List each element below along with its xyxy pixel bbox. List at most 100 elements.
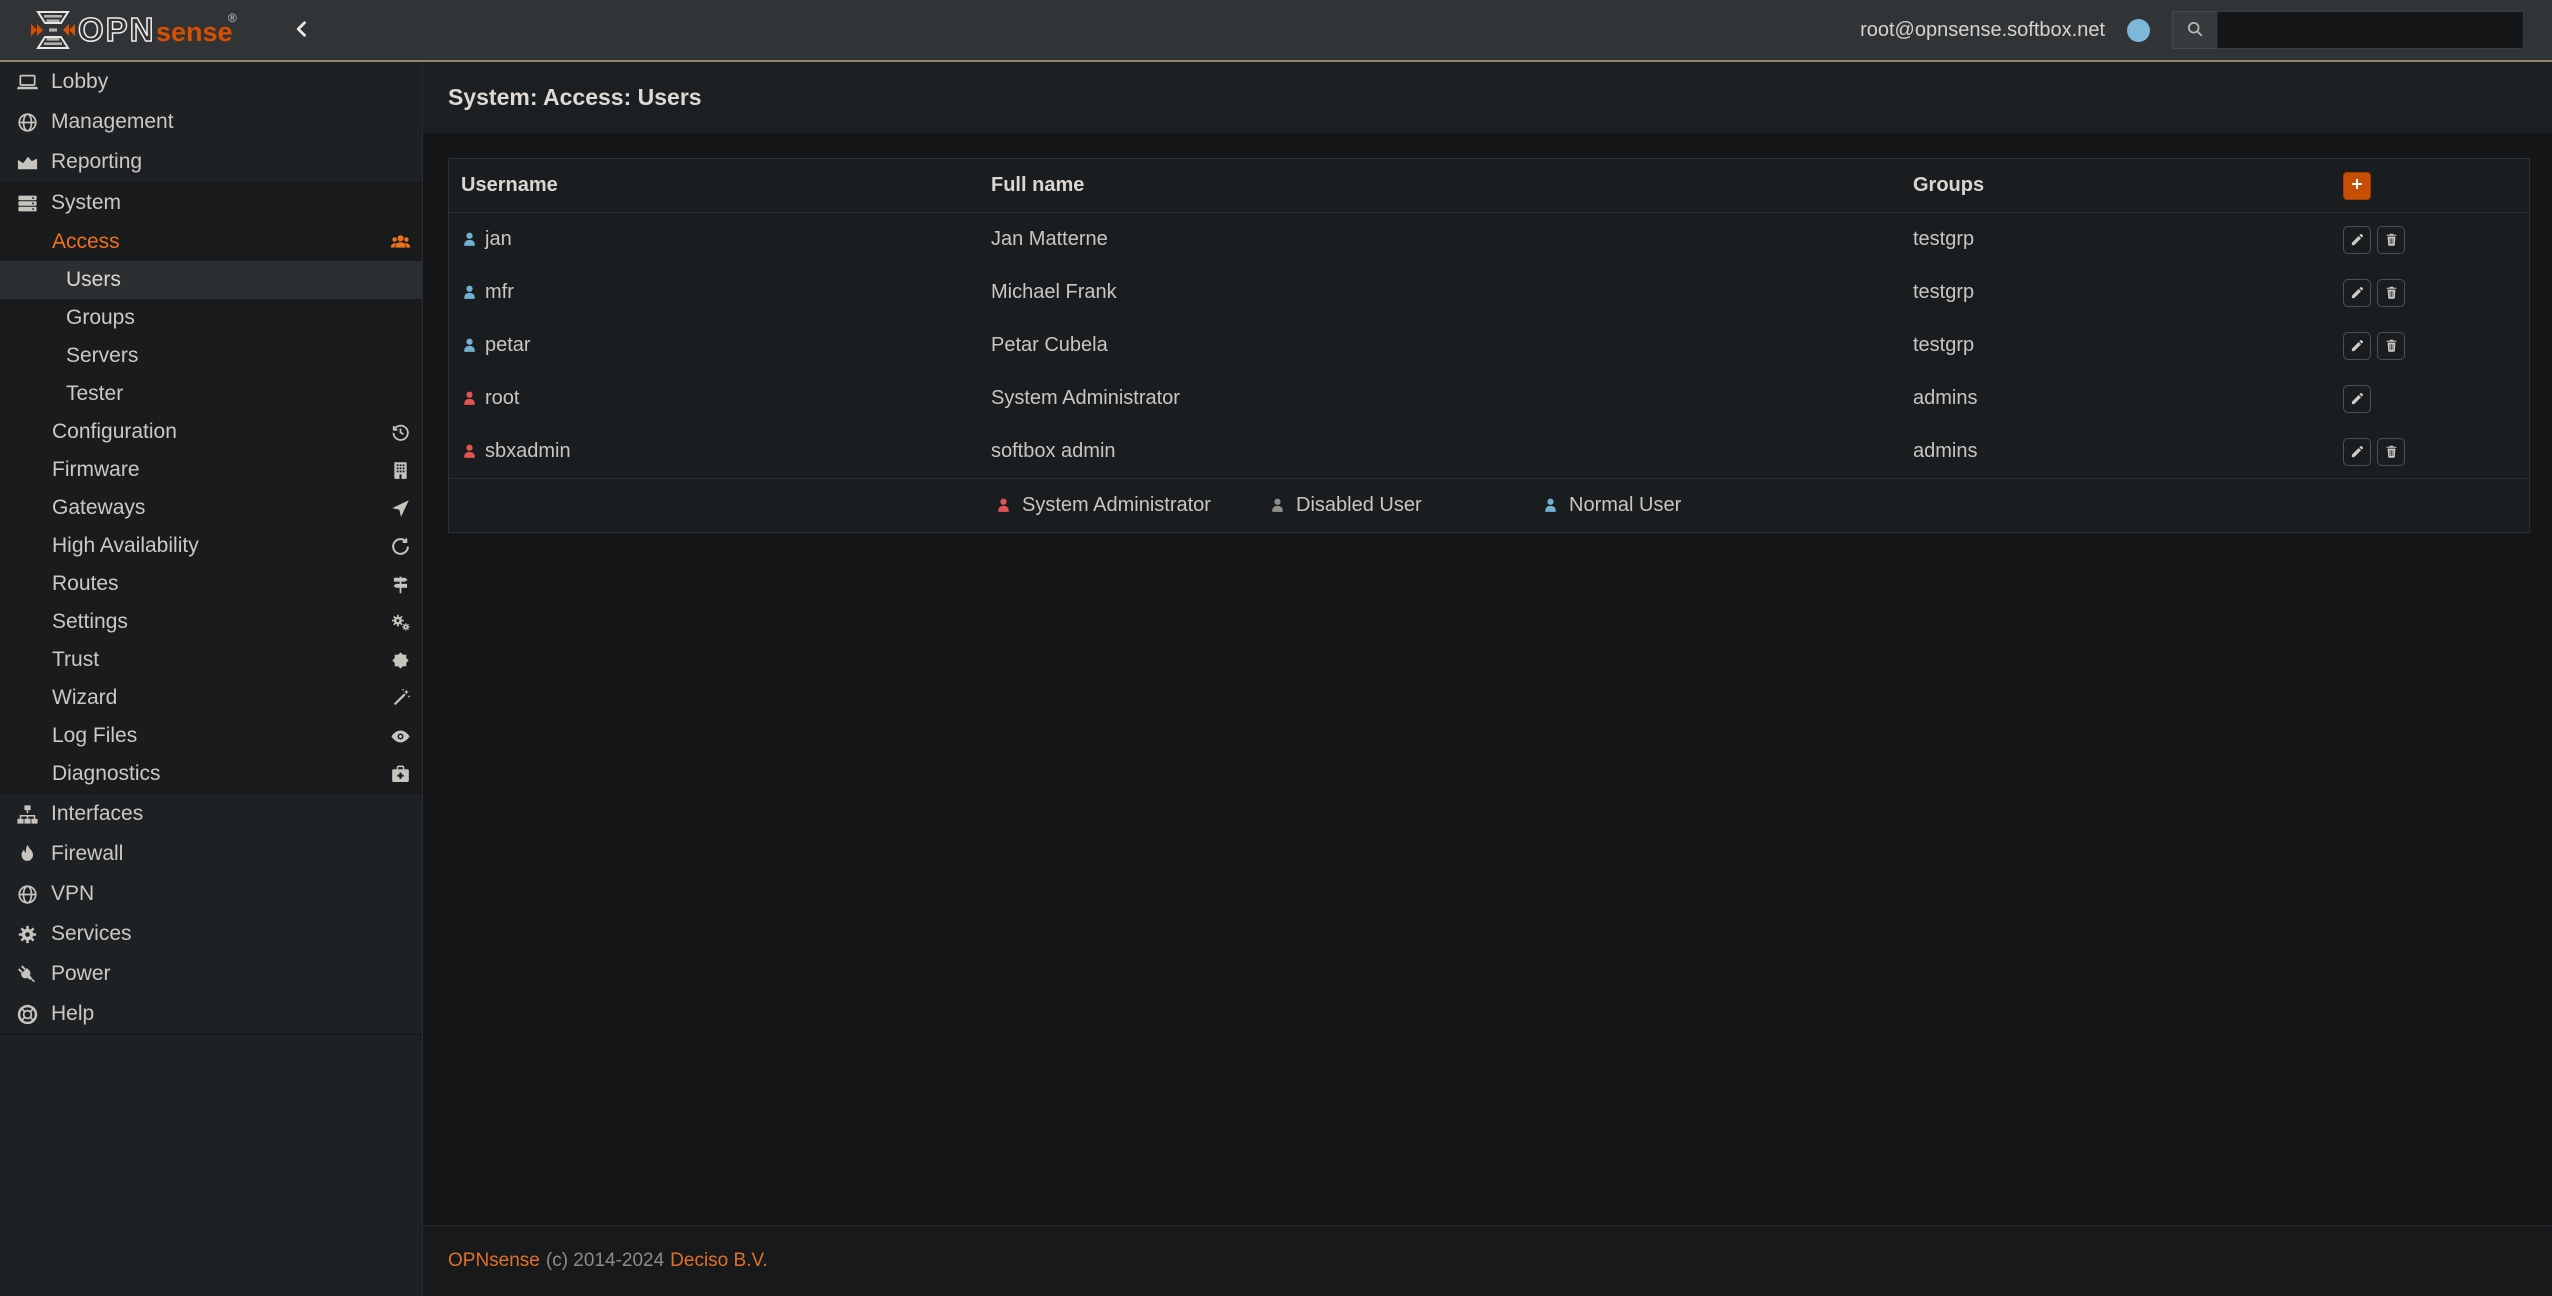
map-signs-icon [388, 574, 412, 595]
groups-text: admins [1913, 440, 2311, 463]
sidebar-item-configuration[interactable]: Configuration [0, 413, 422, 451]
sidebar-item-management[interactable]: Management [0, 102, 422, 142]
sidebar-item-label: Log Files [52, 724, 137, 748]
fullname-text: softbox admin [991, 440, 1913, 463]
legend-label: Normal User [1569, 494, 1681, 517]
sidebar-item-gateways[interactable]: Gateways [0, 489, 422, 527]
sidebar-item-groups[interactable]: Groups [0, 299, 422, 337]
logo-text-secondary: sense [156, 17, 233, 47]
sidebar-item-settings[interactable]: Settings [0, 603, 422, 641]
legend-item-admin: System Administrator [995, 479, 1211, 532]
sidebar-item-label: Management [51, 110, 174, 134]
laptop-icon [13, 71, 42, 94]
refresh-icon [388, 536, 412, 557]
server-icon [13, 192, 42, 215]
sidebar-item-label: Gateways [52, 496, 145, 520]
table-body: janJan MatternetestgrpmfrMichael Frankte… [449, 212, 2529, 478]
footer-link-opnsense[interactable]: OPNsense [448, 1250, 540, 1272]
username-text: mfr [485, 281, 514, 304]
logo-text-primary: OPN [78, 11, 156, 48]
sidebar-item-label: Firewall [51, 842, 123, 866]
chevron-left-icon [292, 19, 312, 42]
sidebar-item-interfaces[interactable]: Interfaces [0, 794, 422, 834]
sidebar-item-help[interactable]: Help [0, 994, 422, 1034]
history-icon [388, 422, 412, 443]
location-arrow-icon [388, 498, 412, 519]
username-text: root [485, 387, 519, 410]
search-input[interactable] [2218, 11, 2524, 49]
footer: OPNsense (c) 2014-2024 Deciso B.V. [423, 1225, 2552, 1296]
legend-label: System Administrator [1022, 494, 1211, 517]
plus-icon [2350, 177, 2364, 194]
fire-icon [13, 843, 42, 866]
legend-label: Disabled User [1296, 494, 1422, 517]
sidebar-item-power[interactable]: Power [0, 954, 422, 994]
sidebar-item-label: Groups [66, 306, 135, 330]
column-header-groups: Groups [1913, 174, 2311, 197]
sidebar-item-label: Wizard [52, 686, 117, 710]
groups-text: admins [1913, 387, 2311, 410]
sidebar-item-reporting[interactable]: Reporting [0, 142, 422, 182]
groups-text: testgrp [1913, 334, 2311, 357]
sidebar-item-label: Servers [66, 344, 138, 368]
edit-user-button[interactable] [2343, 438, 2371, 466]
table-row: sbxadmin softbox adminadmins [449, 425, 2529, 478]
edit-user-button[interactable] [2343, 226, 2371, 254]
logged-in-user[interactable]: root@opnsense.softbox.net [1860, 19, 2105, 42]
delete-user-button[interactable] [2377, 226, 2405, 254]
add-user-button[interactable] [2343, 172, 2371, 200]
delete-user-button[interactable] [2377, 279, 2405, 307]
delete-user-button[interactable] [2377, 438, 2405, 466]
page-title: System: Access: Users [448, 84, 702, 111]
search-button[interactable] [2172, 11, 2218, 49]
user-icon [1269, 497, 1286, 514]
username-text: petar [485, 334, 531, 357]
sidebar-item-lobby[interactable]: Lobby [0, 62, 422, 102]
sidebar-item-label: Users [66, 268, 121, 292]
edit-user-button[interactable] [2343, 385, 2371, 413]
sidebar-item-log-files[interactable]: Log Files [0, 717, 422, 755]
opnsense-hourglass-icon [30, 9, 76, 51]
sidebar-item-tester[interactable]: Tester [0, 375, 422, 413]
registered-mark: ® [228, 11, 237, 25]
sidebar-item-trust[interactable]: Trust [0, 641, 422, 679]
table-row: rootSystem Administratoradmins [449, 372, 2529, 425]
sidebar-item-label: Routes [52, 572, 119, 596]
table-row: mfr Michael Franktestgrp [449, 266, 2529, 319]
opnsense-logo[interactable]: OPN sense ® [30, 8, 246, 52]
sidebar-item-system[interactable]: System [0, 183, 422, 223]
legend-item-disabled: Disabled User [1269, 479, 1422, 532]
life-ring-icon [13, 1003, 42, 1026]
edit-user-button[interactable] [2343, 332, 2371, 360]
sidebar-item-routes[interactable]: Routes [0, 565, 422, 603]
footer-copyright: (c) 2014-2024 [546, 1250, 664, 1272]
legend-item-normal: Normal User [1542, 479, 1681, 532]
delete-user-button[interactable] [2377, 332, 2405, 360]
sidebar-item-firmware[interactable]: Firmware [0, 451, 422, 489]
sidebar-item-users[interactable]: Users [0, 261, 422, 299]
sidebar-item-vpn[interactable]: VPN [0, 874, 422, 914]
sidebar-item-services[interactable]: Services [0, 914, 422, 954]
groups-text: testgrp [1913, 281, 2311, 304]
sidebar-item-label: Lobby [51, 70, 108, 94]
topbar-right: root@opnsense.softbox.net [1860, 11, 2524, 49]
footer-link-deciso[interactable]: Deciso B.V. [670, 1250, 768, 1272]
user-icon [461, 443, 478, 460]
sidebar-item-wizard[interactable]: Wizard [0, 679, 422, 717]
sidebar-collapse-button[interactable] [288, 15, 316, 46]
edit-user-button[interactable] [2343, 279, 2371, 307]
table-row: janJan Matternetestgrp [449, 213, 2529, 266]
sidebar-item-diagnostics[interactable]: Diagnostics [0, 755, 422, 793]
eye-icon [388, 726, 412, 747]
sidebar-item-firewall[interactable]: Firewall [0, 834, 422, 874]
fullname-text: Michael Frank [991, 281, 1913, 304]
fullname-text: Petar Cubela [991, 334, 1913, 357]
sidebar-item-servers[interactable]: Servers [0, 337, 422, 375]
globe-icon [13, 883, 42, 906]
table-row: petar Petar Cubelatestgrp [449, 319, 2529, 372]
username-text: sbxadmin [485, 440, 571, 463]
sidebar-item-access[interactable]: Access [0, 223, 422, 261]
sidebar-item-label: VPN [51, 882, 94, 906]
sidebar-item-high-availability[interactable]: High Availability [0, 527, 422, 565]
sidebar-item-label: Firmware [52, 458, 140, 482]
